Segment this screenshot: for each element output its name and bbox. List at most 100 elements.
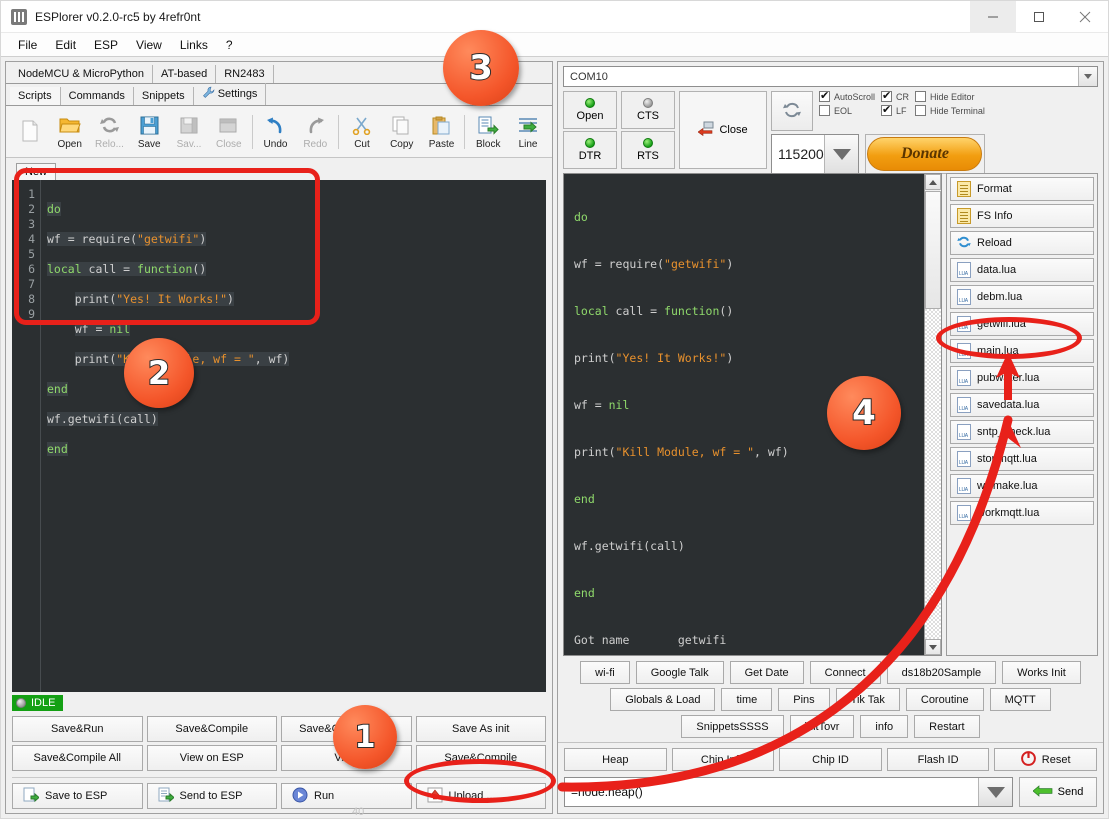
cut-button[interactable]: Cut [342, 108, 382, 156]
autoscroll-checkbox[interactable]: AutoScroll [819, 89, 875, 102]
view-on-esp-button[interactable]: View on ESP [146, 745, 277, 771]
file-workmqtt-lua[interactable]: workmqtt.lua [950, 501, 1094, 525]
paste-button[interactable]: Paste [422, 108, 462, 156]
format-button[interactable]: Format [950, 177, 1094, 201]
copy-button[interactable]: Copy [382, 108, 422, 156]
send-to-esp-button[interactable]: Send to ESP [146, 783, 277, 809]
cmd-mqtt[interactable]: MQTT [989, 688, 1051, 711]
save-and-run-button[interactable]: Save&Run [12, 716, 143, 742]
eol-checkbox[interactable]: EOL [819, 105, 875, 116]
file-data-lua[interactable]: data.lua [950, 258, 1094, 282]
file-pubwater-lua[interactable]: pubwater.lua [950, 366, 1094, 390]
tab-rn2483[interactable]: RN2483 [216, 65, 274, 83]
chip-id-button[interactable]: Chip ID [779, 748, 882, 771]
cmd-tik-tak[interactable]: Tik Tak [835, 688, 900, 711]
save-compile-all-button[interactable]: Save&Compile All [12, 745, 143, 771]
menu-item-edit[interactable]: Edit [46, 35, 85, 55]
save-compile-button-2[interactable]: Save&Compile [415, 745, 546, 771]
heap-button[interactable]: Heap [564, 748, 667, 771]
tab-snippets[interactable]: Snippets [134, 87, 194, 105]
cmd-snippets-sssss[interactable]: SnippetsSSSS [681, 715, 784, 738]
scrollbar-track[interactable] [925, 309, 941, 639]
save-and-compile-button[interactable]: Save&Compile [146, 716, 277, 742]
file-wifimake-lua[interactable]: wifimake.lua [950, 474, 1094, 498]
baud-chevron-down-icon[interactable] [824, 135, 858, 173]
scroll-down-button[interactable] [925, 639, 941, 655]
cmd-init-tovr[interactable]: initTovr [789, 715, 855, 738]
file-sntp-check-lua[interactable]: sntp_check.lua [950, 420, 1094, 444]
lf-checkbox[interactable]: LF [881, 103, 909, 116]
cmd-restart[interactable]: Restart [914, 715, 980, 738]
cmd-globals-and-load[interactable]: Globals & Load [610, 688, 716, 711]
cmd-ds18b20-sample[interactable]: ds18b20Sample [886, 661, 997, 684]
tab-settings[interactable]: Settings [194, 83, 267, 105]
tab-nodemcu-micropython[interactable]: NodeMCU & MicroPython [10, 65, 153, 83]
close-icon[interactable] [1062, 1, 1108, 33]
chip-info-button[interactable]: Chip Info [671, 748, 775, 771]
file-tab-new[interactable]: New [16, 163, 57, 180]
menu-item-file[interactable]: File [9, 35, 46, 55]
reload-files-button[interactable]: Reload [950, 231, 1094, 255]
code-editor[interactable]: 1 2 3 4 5 6 7 8 9 do wf = require("getwi… [12, 180, 546, 692]
cr-checkbox[interactable]: CR [881, 89, 909, 102]
reload-button[interactable]: Relo... [90, 108, 130, 156]
block-send-button[interactable]: Block [468, 108, 508, 156]
save-as-init-button[interactable]: Save As init [415, 716, 546, 742]
cts-indicator[interactable]: CTS [621, 91, 675, 129]
cmd-pins[interactable]: Pins [778, 688, 830, 711]
hide-editor-checkbox[interactable]: Hide Editor [915, 91, 985, 102]
hide-terminal-checkbox[interactable]: Hide Terminal [915, 105, 985, 116]
save-button[interactable]: Save [129, 108, 169, 156]
open-indicator[interactable]: Open [563, 91, 617, 129]
menu-item-links[interactable]: Links [171, 35, 217, 55]
tab-commands[interactable]: Commands [61, 87, 134, 105]
run-button[interactable]: Run [281, 783, 412, 809]
menu-item-view[interactable]: View [127, 35, 171, 55]
upload-button[interactable]: Upload ... [415, 783, 546, 809]
cmd-connect[interactable]: Connect [809, 661, 881, 684]
minimize-icon[interactable] [970, 0, 1016, 33]
refresh-ports-button[interactable] [771, 91, 813, 131]
cmd-wifi[interactable]: wi-fi [580, 661, 630, 684]
port-select[interactable]: COM10 [563, 66, 1098, 87]
undo-button[interactable]: Undo [256, 108, 296, 156]
close-connection-button[interactable]: Close [679, 91, 767, 169]
open-button[interactable]: Open [50, 108, 90, 156]
save-as-button[interactable]: Sav... [169, 108, 209, 156]
close-file-button[interactable]: Close [209, 108, 249, 156]
rts-indicator[interactable]: RTS [621, 131, 675, 169]
command-input[interactable]: =node.heap() [564, 777, 1013, 807]
menu-item-esp[interactable]: ESP [85, 35, 127, 55]
new-file-icon[interactable] [10, 108, 50, 156]
cmd-time[interactable]: time [721, 688, 773, 711]
scrollbar-thumb[interactable] [925, 191, 941, 309]
send-button[interactable]: Send [1019, 777, 1097, 807]
chevron-down-icon[interactable] [1078, 67, 1097, 86]
scroll-up-button[interactable] [925, 174, 941, 190]
cmd-google-talk[interactable]: Google Talk [635, 661, 724, 684]
file-savedata-lua[interactable]: savedata.lua [950, 393, 1094, 417]
donate-button[interactable]: Donate [867, 137, 983, 171]
tab-scripts[interactable]: Scripts [10, 87, 61, 105]
terminal-scrollbar[interactable] [924, 174, 941, 655]
flash-id-button[interactable]: Flash ID [886, 748, 990, 771]
menu-item-help[interactable]: ? [217, 35, 242, 55]
dtr-indicator[interactable]: DTR [563, 131, 617, 169]
file-stopmqtt-lua[interactable]: stopmqtt.lua [950, 447, 1094, 471]
cmd-info[interactable]: info [860, 715, 909, 738]
line-send-button[interactable]: Line [508, 108, 548, 156]
maximize-icon[interactable] [1016, 1, 1062, 33]
baud-rate-select[interactable]: 115200 [771, 134, 859, 174]
reset-button[interactable]: Reset [994, 748, 1097, 771]
file-getwifi-lua[interactable]: getwifi.lua [950, 312, 1094, 336]
redo-button[interactable]: Redo [295, 108, 335, 156]
cmd-get-date[interactable]: Get Date [729, 661, 804, 684]
code-text[interactable]: do wf = require("getwifi") local call = … [40, 180, 546, 692]
file-main-lua[interactable]: main.lua [950, 339, 1094, 363]
fs-info-button[interactable]: FS Info [950, 204, 1094, 228]
cmd-coroutine[interactable]: Coroutine [905, 688, 984, 711]
file-debm-lua[interactable]: debm.lua [950, 285, 1094, 309]
save-to-esp-button[interactable]: Save to ESP [12, 783, 143, 809]
command-history-chevron-down-icon[interactable] [978, 778, 1012, 806]
cmd-works-init[interactable]: Works Init [1002, 661, 1081, 684]
